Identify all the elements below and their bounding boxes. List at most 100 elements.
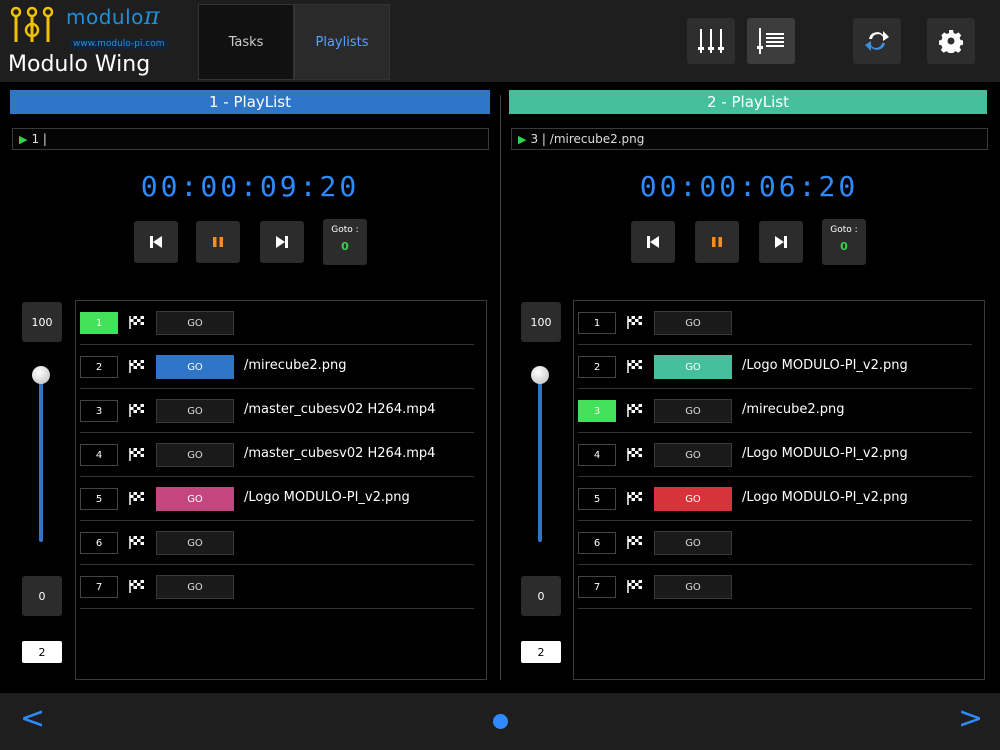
goto-label: Goto :: [830, 225, 858, 235]
go-button[interactable]: GO: [654, 575, 732, 599]
tab-playlists[interactable]: Playlists: [294, 4, 390, 80]
checkered-flag-icon: [627, 580, 642, 593]
now-playing-text: 3 | /mirecube2.png: [530, 132, 645, 146]
next-button[interactable]: [260, 221, 304, 263]
panel-divider: [500, 95, 501, 680]
go-button[interactable]: GO: [156, 399, 234, 423]
now-playing-text: 1 |: [31, 132, 47, 146]
skip-previous-icon: [150, 236, 162, 248]
go-button[interactable]: GO: [654, 487, 732, 511]
page-indicator-dot[interactable]: [493, 714, 508, 729]
previous-button[interactable]: [631, 221, 675, 263]
play-indicator-icon: ▶: [19, 132, 28, 146]
checkered-flag-icon: [129, 580, 144, 593]
goto-button[interactable]: Goto : 0: [822, 219, 866, 265]
checkered-flag-icon: [627, 360, 642, 373]
go-button[interactable]: GO: [654, 531, 732, 555]
cue-file-name: /Logo MODULO-PI_v2.png: [244, 490, 410, 505]
cue-file-name: /Logo MODULO-PI_v2.png: [742, 446, 908, 461]
cue-row: 7 GO: [76, 565, 486, 609]
next-page-button[interactable]: >: [958, 701, 983, 736]
volume-track[interactable]: [39, 366, 43, 542]
cue-row: 6 GO: [574, 521, 984, 565]
cue-row: 2 GO/Logo MODULO-PI_v2.png: [574, 345, 984, 389]
cue-row: 5 GO/Logo MODULO-PI_v2.png: [76, 477, 486, 521]
cue-row: 2 GO/mirecube2.png: [76, 345, 486, 389]
go-button[interactable]: GO: [156, 443, 234, 467]
cue-number-button[interactable]: 3: [80, 400, 118, 422]
go-button[interactable]: GO: [654, 355, 732, 379]
volume-slider-handle[interactable]: [32, 365, 50, 384]
settings-button[interactable]: [927, 18, 975, 64]
play-indicator-icon: ▶: [518, 132, 527, 146]
cue-number-button[interactable]: 2: [80, 356, 118, 378]
cue-file-name: /master_cubesv02 H264.mp4: [244, 402, 436, 417]
app-root: moduloπ www.modulo-pi.com Modulo Wing Ta…: [0, 0, 1000, 750]
volume-track[interactable]: [538, 366, 542, 542]
volume-slider-handle[interactable]: [531, 365, 549, 384]
go-button[interactable]: GO: [654, 399, 732, 423]
cue-row: 1 GO: [574, 301, 984, 345]
checkered-flag-icon: [129, 448, 144, 461]
playlist-title: 2 - PlayList: [509, 90, 987, 114]
volume-max-button[interactable]: 100: [521, 302, 561, 342]
tab-tasks[interactable]: Tasks: [198, 4, 294, 80]
checkered-flag-icon: [627, 492, 642, 505]
cue-number-button[interactable]: 5: [80, 488, 118, 510]
go-button[interactable]: GO: [654, 311, 732, 335]
cue-row: 3 GO/master_cubesv02 H264.mp4: [76, 389, 486, 433]
cue-row: 1 GO: [76, 301, 486, 345]
goto-label: Goto :: [331, 225, 359, 235]
next-button[interactable]: [759, 221, 803, 263]
cue-number-button[interactable]: 6: [80, 532, 118, 554]
go-button[interactable]: GO: [156, 487, 234, 511]
cue-number-button[interactable]: 1: [578, 312, 616, 334]
cue-number-button[interactable]: 4: [80, 444, 118, 466]
cue-row: 3 GO/mirecube2.png: [574, 389, 984, 433]
cue-number-button[interactable]: 2: [578, 356, 616, 378]
cue-number-button[interactable]: 4: [578, 444, 616, 466]
pause-button[interactable]: [695, 221, 739, 263]
goto-value: 0: [341, 240, 349, 253]
volume-max-button[interactable]: 100: [22, 302, 62, 342]
volume-value-field[interactable]: 2: [22, 641, 62, 663]
cue-number-button[interactable]: 7: [578, 576, 616, 598]
previous-page-button[interactable]: <: [20, 701, 45, 736]
cue-file-name: /master_cubesv02 H264.mp4: [244, 446, 436, 461]
cue-list: 1 GO 2 GO/mirecube2.png 3 GO/master_cubesv02 …: [75, 300, 487, 680]
cue-number-button[interactable]: 1: [80, 312, 118, 334]
goto-button[interactable]: Goto : 0: [323, 219, 367, 265]
volume-value-field[interactable]: 2: [521, 641, 561, 663]
pause-icon: [712, 237, 722, 247]
logo-mark-icon: [10, 6, 54, 42]
cue-number-button[interactable]: 5: [578, 488, 616, 510]
go-button[interactable]: GO: [156, 311, 234, 335]
go-button[interactable]: GO: [156, 531, 234, 555]
volume-min-button[interactable]: 0: [521, 576, 561, 616]
pause-button[interactable]: [196, 221, 240, 263]
go-button[interactable]: GO: [654, 443, 732, 467]
cue-row: 4 GO/Logo MODULO-PI_v2.png: [574, 433, 984, 477]
volume-min-button[interactable]: 0: [22, 576, 62, 616]
timecode-display: 00:00:06:20: [639, 170, 859, 203]
sync-button[interactable]: [853, 18, 901, 64]
cue-number-button[interactable]: 7: [80, 576, 118, 598]
go-button[interactable]: GO: [156, 575, 234, 599]
cue-number-button[interactable]: 3: [578, 400, 616, 422]
go-button[interactable]: GO: [156, 355, 234, 379]
cue-file-name: /Logo MODULO-PI_v2.png: [742, 490, 908, 505]
playlist-view-button[interactable]: [747, 18, 795, 64]
previous-button[interactable]: [134, 221, 178, 263]
pause-icon: [213, 237, 223, 247]
footer: < >: [0, 693, 1000, 750]
checkered-flag-icon: [129, 492, 144, 505]
cue-number-button[interactable]: 6: [578, 532, 616, 554]
now-playing-bar: ▶ 3 | /mirecube2.png: [511, 128, 988, 150]
playlist-title: 1 - PlayList: [10, 90, 490, 114]
timecode-display: 00:00:09:20: [140, 170, 360, 203]
faders-view-button[interactable]: [687, 18, 735, 64]
playlist-icon: [757, 28, 784, 54]
cue-list: 1 GO 2 GO/Logo MODULO-PI_v2.png 3 GO/mirecube…: [573, 300, 985, 680]
header: moduloπ www.modulo-pi.com Modulo Wing Ta…: [0, 0, 1000, 82]
checkered-flag-icon: [627, 448, 642, 461]
